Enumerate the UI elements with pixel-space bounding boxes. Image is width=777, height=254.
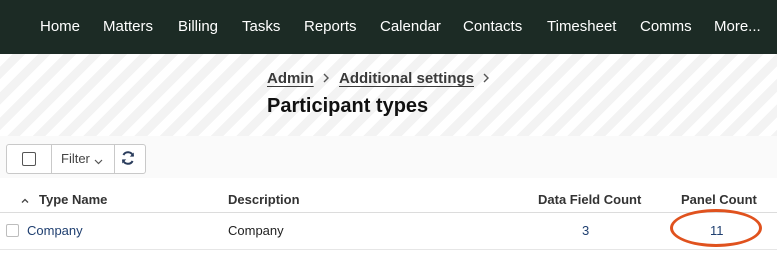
type-name-link[interactable]: Company bbox=[27, 223, 83, 238]
column-header-data-field-count[interactable]: Data Field Count bbox=[538, 192, 641, 207]
select-all-checkbox[interactable] bbox=[22, 152, 36, 166]
row-checkbox[interactable] bbox=[6, 224, 19, 237]
page-title: Participant types bbox=[267, 95, 429, 117]
nav-item-matters[interactable]: Matters bbox=[103, 0, 153, 54]
nav-item-more[interactable]: More... bbox=[714, 0, 761, 54]
chevron-down-icon[interactable] bbox=[94, 153, 103, 171]
nav-item-home[interactable]: Home bbox=[40, 0, 80, 54]
table-row-divider bbox=[0, 249, 777, 250]
chevron-right-icon bbox=[321, 72, 331, 87]
chevron-right-icon bbox=[481, 72, 491, 87]
column-header-description[interactable]: Description bbox=[228, 192, 300, 207]
sort-up-icon[interactable] bbox=[20, 193, 30, 211]
top-navigation-bar: Home Matters Billing Tasks Reports Calen… bbox=[0, 0, 777, 54]
breadcrumb-additional-settings[interactable]: Additional settings bbox=[339, 70, 474, 87]
table-header-divider bbox=[0, 212, 777, 213]
breadcrumb-admin[interactable]: Admin bbox=[267, 70, 314, 87]
filter-button[interactable]: Filter bbox=[61, 151, 90, 166]
data-field-count-link[interactable]: 3 bbox=[582, 223, 589, 238]
column-header-type-name[interactable]: Type Name bbox=[39, 192, 107, 207]
toolbar-divider bbox=[114, 145, 115, 173]
refresh-icon[interactable] bbox=[120, 150, 136, 171]
nav-item-tasks[interactable]: Tasks bbox=[242, 0, 280, 54]
nav-item-calendar[interactable]: Calendar bbox=[380, 0, 441, 54]
description-cell: Company bbox=[228, 223, 284, 238]
nav-item-billing[interactable]: Billing bbox=[178, 0, 218, 54]
column-header-panel-count[interactable]: Panel Count bbox=[681, 192, 757, 207]
nav-item-timesheet[interactable]: Timesheet bbox=[547, 0, 616, 54]
nav-item-reports[interactable]: Reports bbox=[304, 0, 357, 54]
nav-item-contacts[interactable]: Contacts bbox=[463, 0, 522, 54]
nav-item-comms[interactable]: Comms bbox=[640, 0, 692, 54]
toolbar-divider bbox=[51, 145, 52, 173]
highlight-annotation bbox=[670, 209, 762, 247]
